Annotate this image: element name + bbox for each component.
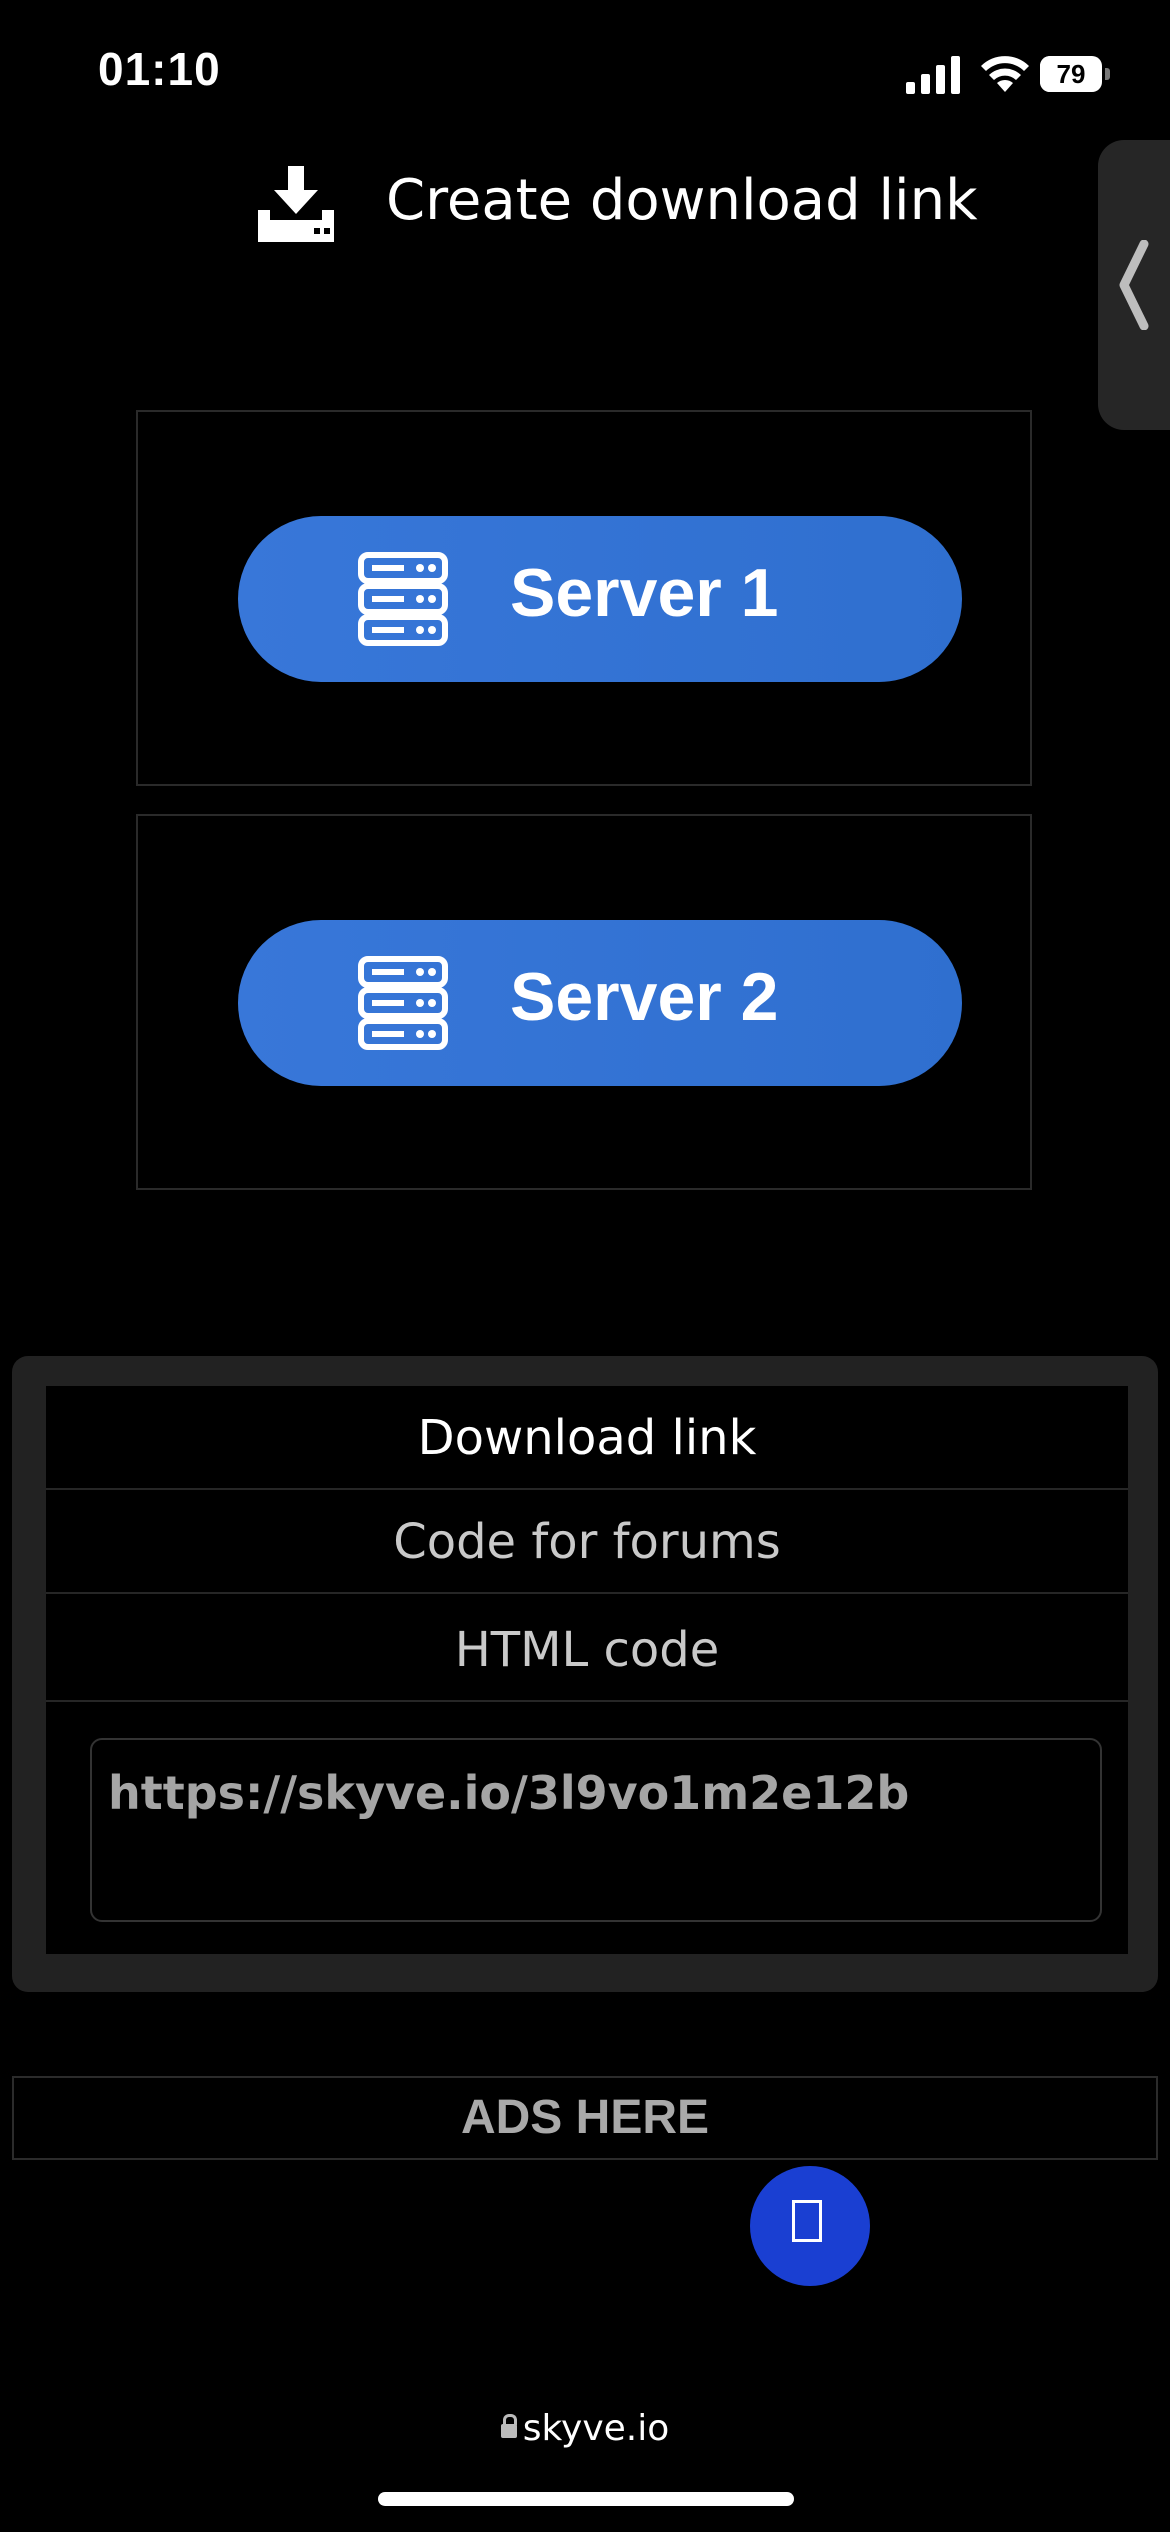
chevron-left-icon xyxy=(1119,240,1149,330)
link-panel-inner: Download link Code for forums HTML code … xyxy=(46,1386,1128,1954)
ads-banner: ADS HERE xyxy=(12,2076,1158,2160)
download-icon xyxy=(258,166,334,242)
tab-download-link[interactable]: Download link xyxy=(46,1386,1128,1490)
server-2-button[interactable]: Server 2 xyxy=(238,920,962,1086)
wifi-icon xyxy=(981,56,1029,92)
page-title: Create download link xyxy=(386,168,978,233)
side-panel-handle[interactable] xyxy=(1098,140,1170,430)
server-icon xyxy=(358,956,448,1050)
server-2-container: Server 2 xyxy=(136,814,1032,1190)
floating-action-button[interactable] xyxy=(750,2166,870,2286)
lock-icon xyxy=(500,2414,517,2438)
server-1-button[interactable]: Server 1 xyxy=(238,516,962,682)
download-link-field[interactable]: https://skyve.io/3l9vo1m2e12b xyxy=(90,1738,1102,1922)
tab-code-for-forums[interactable]: Code for forums xyxy=(46,1490,1128,1594)
battery-indicator: 79 xyxy=(1040,56,1112,92)
placeholder-glyph-icon xyxy=(792,2200,822,2242)
cellular-signal-icon xyxy=(906,56,960,94)
battery-percent: 79 xyxy=(1056,59,1086,89)
home-indicator[interactable] xyxy=(378,2492,794,2506)
status-time: 01:10 xyxy=(98,43,221,95)
server-1-label: Server 1 xyxy=(510,555,779,631)
server-icon xyxy=(358,552,448,646)
server-1-container: Server 1 xyxy=(136,410,1032,786)
browser-domain: skyve.io xyxy=(522,2408,670,2449)
browser-url-bar[interactable]: skyve.io xyxy=(0,2408,1170,2449)
server-2-label: Server 2 xyxy=(510,959,779,1035)
battery-nub xyxy=(1105,68,1110,80)
tab-html-code[interactable]: HTML code xyxy=(46,1598,1128,1702)
link-panel: Download link Code for forums HTML code … xyxy=(12,1356,1158,1992)
